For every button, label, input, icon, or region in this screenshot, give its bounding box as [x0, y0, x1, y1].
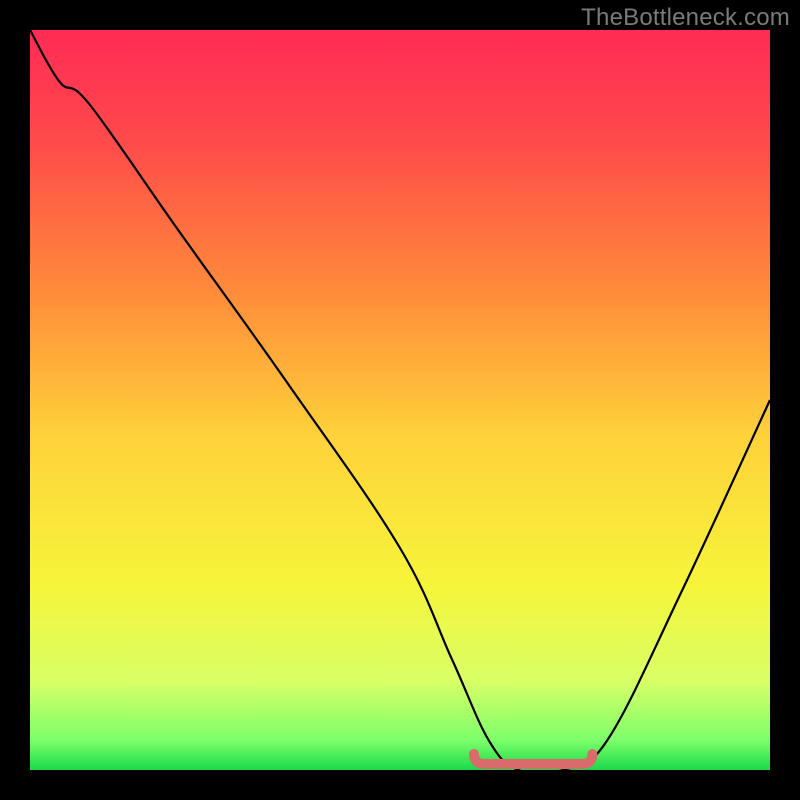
- chart-frame: TheBottleneck.com: [0, 0, 800, 800]
- gradient-background: [30, 30, 770, 770]
- watermark-text: TheBottleneck.com: [581, 4, 790, 32]
- bottleneck-chart: [30, 30, 770, 770]
